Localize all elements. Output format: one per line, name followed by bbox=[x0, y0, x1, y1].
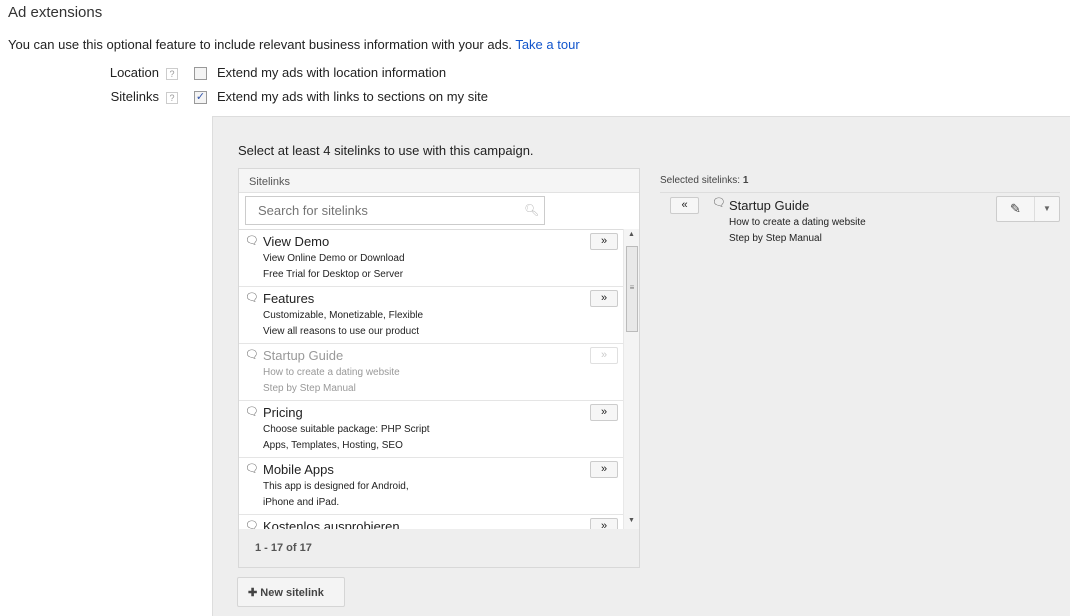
speech-bubble-icon: 🗨︎ bbox=[245, 520, 259, 529]
list-item: 🗨︎ Features Customizable, Monetizable, Fle… bbox=[239, 287, 623, 344]
item-title: Pricing bbox=[263, 405, 303, 420]
selected-sitelinks-header: Selected sitelinks: 1 bbox=[660, 175, 748, 186]
edit-button-group: ✎ ▼ bbox=[996, 196, 1060, 222]
speech-bubble-icon: 🗨︎ bbox=[245, 349, 259, 361]
list-item: 🗨︎ Startup Guide How to create a dating we… bbox=[239, 344, 623, 401]
add-sitelink-button[interactable]: » bbox=[590, 404, 618, 421]
selected-count: 1 bbox=[742, 175, 749, 186]
location-label: Location bbox=[109, 65, 159, 80]
scrollbar-thumb[interactable]: ≡ bbox=[626, 246, 638, 332]
sitelinks-checkbox[interactable]: ✓ bbox=[194, 91, 207, 104]
sitelinks-list: 🗨︎ View Demo View Online Demo or Download F… bbox=[239, 229, 623, 529]
take-a-tour-link[interactable]: Take a tour bbox=[515, 37, 579, 52]
list-item: 🗨︎ Mobile Apps This app is designed for An… bbox=[239, 458, 623, 515]
item-title: Kostenlos ausprobieren bbox=[263, 519, 400, 529]
remove-sitelink-button[interactable]: « bbox=[670, 197, 699, 214]
speech-bubble-icon: 🗨︎ bbox=[245, 406, 259, 418]
item-title: Mobile Apps bbox=[263, 462, 334, 477]
add-sitelink-button[interactable]: » bbox=[590, 461, 618, 478]
plus-icon: ✚ bbox=[248, 587, 258, 599]
item-line1: View Online Demo or Download bbox=[263, 253, 405, 264]
item-line2: Apps, Templates, Hosting, SEO bbox=[263, 440, 403, 451]
item-title: Startup Guide bbox=[263, 348, 344, 363]
selected-item-title: Startup Guide bbox=[729, 198, 810, 213]
search-sitelinks-input[interactable] bbox=[245, 196, 545, 225]
item-line1: How to create a dating website bbox=[263, 367, 400, 378]
chevron-down-icon[interactable]: ▼ bbox=[1035, 197, 1059, 221]
scroll-down-icon[interactable]: ▼ bbox=[628, 517, 635, 524]
sitelinks-box-title: Sitelinks bbox=[239, 169, 639, 193]
item-line2: Free Trial for Desktop or Server bbox=[263, 269, 404, 280]
add-sitelink-button-disabled: » bbox=[590, 347, 618, 364]
list-item: 🗨︎ Kostenlos ausprobieren » bbox=[239, 515, 623, 529]
scroll-up-icon[interactable]: ▲ bbox=[628, 231, 635, 238]
item-line2: Step by Step Manual bbox=[263, 383, 356, 394]
speech-bubble-icon: 🗨︎ bbox=[245, 463, 259, 475]
sitelinks-box: Sitelinks 🔍︎ 🗨︎ View Demo View Online Demo… bbox=[238, 168, 640, 568]
selected-item-line1: How to create a dating website bbox=[729, 217, 866, 228]
location-help-icon[interactable]: ? bbox=[166, 68, 178, 80]
add-sitelink-button[interactable]: » bbox=[590, 233, 618, 250]
location-option-text: Extend my ads with location information bbox=[217, 65, 447, 80]
sitelinks-option-text: Extend my ads with links to sections on … bbox=[217, 89, 488, 104]
description: You can use this optional feature to inc… bbox=[8, 37, 580, 52]
selected-item-line2: Step by Step Manual bbox=[729, 233, 822, 244]
item-line2: iPhone and iPad. bbox=[263, 497, 340, 508]
item-title: View Demo bbox=[263, 234, 330, 249]
selected-label: Selected sitelinks: bbox=[660, 175, 741, 186]
list-item: 🗨︎ Pricing Choose suitable package: PHP Sc… bbox=[239, 401, 623, 458]
search-icon: 🔍︎ bbox=[524, 203, 540, 217]
search-area: 🔍︎ bbox=[239, 193, 639, 229]
new-sitelink-label: New sitelink bbox=[260, 587, 324, 599]
list-item: 🗨︎ View Demo View Online Demo or Download F… bbox=[239, 230, 623, 287]
pencil-icon[interactable]: ✎ bbox=[997, 197, 1035, 221]
sitelinks-instruction: Select at least 4 sitelinks to use with … bbox=[238, 143, 534, 158]
description-text: You can use this optional feature to inc… bbox=[8, 37, 512, 52]
item-line1: Choose suitable package: PHP Script bbox=[263, 424, 430, 435]
new-sitelink-button[interactable]: ✚ New sitelink bbox=[237, 577, 345, 607]
sitelinks-label: Sitelinks bbox=[110, 89, 159, 104]
location-checkbox[interactable] bbox=[194, 67, 207, 80]
sitelinks-help-icon[interactable]: ? bbox=[166, 92, 178, 104]
add-sitelink-button[interactable]: » bbox=[590, 518, 618, 529]
item-title: Features bbox=[263, 291, 315, 306]
divider bbox=[660, 192, 1060, 193]
speech-bubble-icon: 🗨︎ bbox=[712, 197, 726, 209]
speech-bubble-icon: 🗨︎ bbox=[245, 292, 259, 304]
item-line1: This app is designed for Android, bbox=[263, 481, 409, 492]
list-scrollbar[interactable]: ▲ ≡ ▼ bbox=[623, 229, 639, 529]
add-sitelink-button[interactable]: » bbox=[590, 290, 618, 307]
pagination-text: 1 - 17 of 17 bbox=[255, 542, 312, 554]
item-line2: View all reasons to use our product bbox=[263, 326, 420, 337]
section-title: Ad extensions bbox=[8, 4, 103, 21]
item-line1: Customizable, Monetizable, Flexible bbox=[263, 310, 424, 321]
speech-bubble-icon: 🗨︎ bbox=[245, 235, 259, 247]
